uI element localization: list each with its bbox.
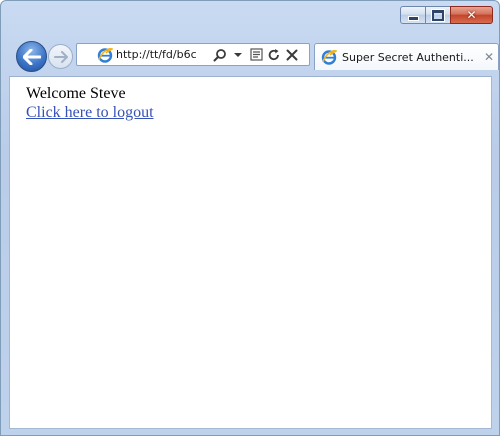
back-button[interactable] [16,41,47,72]
search-button[interactable] [212,47,228,63]
maximize-button[interactable] [425,6,451,24]
refresh-button[interactable] [266,47,282,63]
address-dropdown[interactable] [230,47,246,63]
stop-icon [286,49,298,60]
stop-button[interactable] [284,47,300,63]
back-arrow-icon [22,48,41,65]
maximize-icon [431,8,445,22]
welcome-text: Welcome Steve [26,85,126,102]
forward-arrow-icon [53,50,68,63]
address-url[interactable]: http://tt/fd/b6c [116,48,208,61]
search-icon [213,48,226,61]
ie-page-icon [321,50,337,65]
address-bar[interactable]: http://tt/fd/b6c [76,43,310,66]
tab-close-icon[interactable]: ✕ [484,50,494,64]
minimize-button[interactable] [400,6,426,24]
dropdown-icon [234,52,242,57]
forward-button[interactable] [48,44,73,69]
tab-active[interactable]: Super Secret Authenti... ✕ [314,43,499,70]
refresh-icon [268,48,279,60]
ie-page-icon [97,47,113,63]
browser-window: ✕ http://tt/fd/b6c Super Secret Authenti… [0,0,500,436]
caption-buttons: ✕ [400,6,493,24]
page-content: Welcome Steve Click here to logout [9,76,492,429]
minimize-icon [407,15,419,21]
tab-title: Super Secret Authenti... [342,50,474,64]
logout-link[interactable]: Click here to logout [26,103,154,122]
compatibility-view-icon [249,48,263,61]
compatibility-view-button[interactable] [248,47,264,63]
close-icon: ✕ [466,8,477,22]
close-window-button[interactable]: ✕ [450,6,493,24]
navigation-bar: http://tt/fd/b6c Super Secret Authenti..… [1,37,499,75]
address-tools [212,47,302,63]
